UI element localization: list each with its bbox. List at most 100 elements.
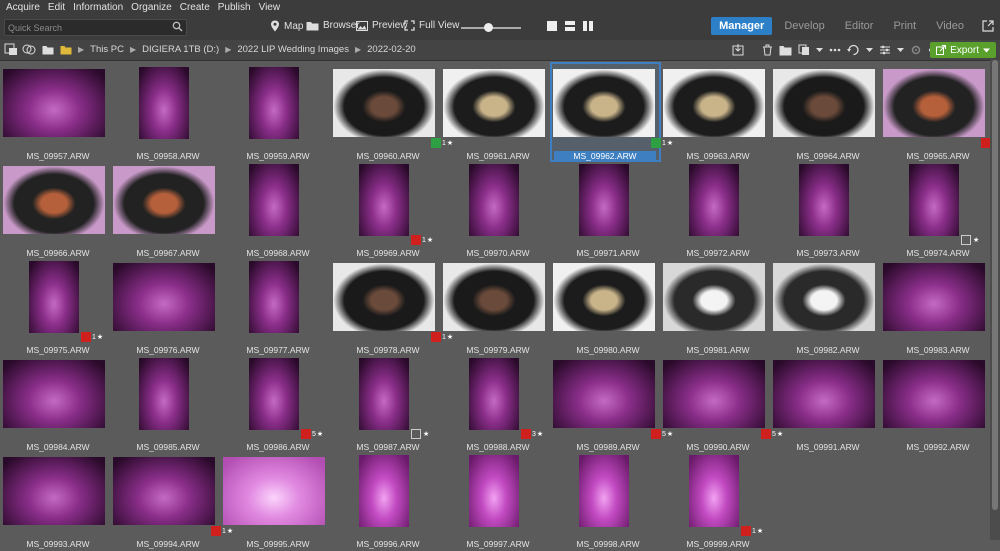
thumbnail-cell[interactable]: MS_09973.ARW — [773, 162, 883, 260]
thumbnail-cell[interactable]: MS_09960.ARW 1 ★ — [333, 65, 453, 163]
menu-organize[interactable]: Organize — [131, 2, 172, 13]
trash-icon[interactable] — [762, 44, 773, 56]
thumbnail-cell[interactable]: MS_09975.ARW 1 ★ — [3, 259, 113, 357]
menu-view[interactable]: View — [259, 2, 281, 13]
color-label-icon[interactable] — [651, 138, 661, 148]
thumbnail-cell[interactable]: MS_09970.ARW — [443, 162, 553, 260]
menu-create[interactable]: Create — [180, 2, 210, 13]
photo-thumbnail[interactable] — [553, 263, 655, 331]
thumbnail-cell[interactable]: MS_09959.ARW — [223, 65, 333, 163]
photo-thumbnail[interactable] — [773, 263, 875, 331]
photo-thumbnail[interactable] — [663, 263, 765, 331]
photo-thumbnail[interactable] — [3, 457, 105, 525]
thumbnail-cell[interactable]: MS_09992.ARW — [883, 356, 993, 454]
thumbnail-cell[interactable]: MS_09965.ARW1★ — [883, 65, 1000, 163]
color-label-icon[interactable] — [651, 429, 661, 439]
color-label-icon[interactable] — [431, 332, 441, 342]
tab-develop[interactable]: Develop — [776, 17, 832, 35]
photo-thumbnail[interactable] — [773, 69, 875, 137]
dropdown-icon[interactable] — [897, 47, 904, 53]
color-label-icon[interactable] — [431, 138, 441, 148]
thumbnail-cell[interactable]: MS_09983.ARW — [883, 259, 993, 357]
dropdown-icon[interactable] — [816, 47, 823, 53]
tab-print[interactable]: Print — [885, 17, 924, 35]
color-label-icon[interactable] — [521, 429, 531, 439]
thumbnail-cell[interactable]: MS_09972.ARW — [663, 162, 773, 260]
thumbnail-cell[interactable]: MS_09991.ARW — [773, 356, 883, 454]
thumbnail-size-slider[interactable] — [461, 23, 521, 32]
thumbnail-cell[interactable]: MS_09969.ARW 1 ★ — [333, 162, 443, 260]
thumbnail-cell[interactable]: MS_09993.ARW — [3, 453, 113, 551]
preview-button[interactable]: Preview — [356, 20, 408, 31]
settings-icon[interactable] — [910, 44, 922, 56]
rating-badge[interactable]: ★ — [411, 429, 429, 439]
select-icon[interactable] — [4, 43, 18, 56]
breadcrumb-drive[interactable]: DIGIERA 1TB (D:) — [142, 44, 219, 55]
color-label-icon[interactable] — [961, 235, 971, 245]
tab-editor[interactable]: Editor — [837, 17, 882, 35]
thumbnail-cell[interactable]: MS_09987.ARW ★ — [333, 356, 443, 454]
rating-badge[interactable]: 1★ — [81, 332, 103, 342]
photo-thumbnail[interactable] — [3, 69, 105, 137]
menu-acquire[interactable]: Acquire — [6, 2, 40, 13]
photo-thumbnail[interactable] — [249, 261, 299, 333]
tab-video[interactable]: Video — [928, 17, 972, 35]
photo-thumbnail[interactable] — [249, 67, 299, 139]
thumbnail-cell[interactable]: MS_09971.ARW — [553, 162, 663, 260]
photo-thumbnail[interactable] — [909, 164, 959, 236]
rating-badge[interactable]: ★ — [961, 235, 979, 245]
photo-thumbnail[interactable] — [799, 164, 849, 236]
thumbnail-cell[interactable]: MS_09967.ARW — [113, 162, 223, 260]
photo-thumbnail[interactable] — [359, 358, 409, 430]
thumbnail-cell[interactable]: MS_09961.ARW — [443, 65, 553, 163]
photo-thumbnail[interactable] — [3, 166, 105, 234]
thumbnail-cell[interactable]: MS_09980.ARW — [553, 259, 663, 357]
thumbnail-cell[interactable]: MS_09976.ARW — [113, 259, 223, 357]
columns-layout-icon[interactable] — [582, 20, 594, 32]
scrollbar-thumb[interactable] — [992, 60, 998, 510]
copy-icon[interactable] — [798, 44, 810, 56]
photo-thumbnail[interactable] — [663, 360, 765, 428]
thumbnail-cell[interactable]: MS_09995.ARW — [223, 453, 333, 551]
photo-thumbnail[interactable] — [579, 455, 629, 527]
import-icon[interactable] — [732, 44, 744, 56]
photo-thumbnail[interactable] — [469, 358, 519, 430]
thumbnail-cell[interactable]: MS_09989.ARW 5 ★ — [553, 356, 673, 454]
photo-thumbnail[interactable] — [113, 457, 215, 525]
search-input[interactable] — [8, 20, 168, 35]
ellipsis-icon[interactable] — [829, 48, 841, 52]
computer-folder-icon[interactable] — [42, 45, 54, 55]
thumbnail-cell[interactable]: MS_09962.ARW 1 ★ — [550, 62, 673, 163]
rating-badge[interactable]: 1★ — [741, 526, 763, 536]
thumbnail-cell[interactable]: MS_09958.ARW — [113, 65, 223, 163]
single-layout-icon[interactable] — [546, 20, 558, 32]
breadcrumb-subfolder[interactable]: 2022-02-20 — [367, 44, 416, 55]
thumbnail-cell[interactable]: MS_09994.ARW 1 ★ — [113, 453, 233, 551]
photo-thumbnail[interactable] — [883, 69, 985, 137]
color-label-icon[interactable] — [81, 332, 91, 342]
photo-thumbnail[interactable] — [223, 457, 325, 525]
photo-thumbnail[interactable] — [579, 164, 629, 236]
browser-button[interactable]: Browser — [306, 20, 360, 31]
full-view-button[interactable]: Full View — [404, 20, 459, 31]
photo-thumbnail[interactable] — [443, 263, 545, 331]
thumbnail-cell[interactable]: MS_09966.ARW — [3, 162, 113, 260]
photo-thumbnail[interactable] — [333, 69, 435, 137]
popout-icon[interactable] — [982, 20, 994, 32]
photo-thumbnail[interactable] — [553, 69, 655, 137]
rating-badge[interactable]: 1★ — [411, 235, 433, 245]
thumbnail-cell[interactable]: MS_09998.ARW — [553, 453, 663, 551]
menu-information[interactable]: Information — [73, 2, 123, 13]
photo-thumbnail[interactable] — [139, 358, 189, 430]
photo-thumbnail[interactable] — [113, 166, 215, 234]
rating-badge[interactable]: 3 ★ — [521, 429, 543, 439]
thumbnail-cell[interactable]: MS_09997.ARW — [443, 453, 553, 551]
thumbnail-cell[interactable]: MS_09963.ARW — [663, 65, 773, 163]
compare-icon[interactable] — [22, 43, 36, 56]
color-label-icon[interactable] — [411, 235, 421, 245]
dropdown-icon[interactable] — [866, 47, 873, 53]
photo-thumbnail[interactable] — [443, 69, 545, 137]
new-folder-icon[interactable] — [779, 45, 792, 56]
color-label-icon[interactable] — [411, 429, 421, 439]
color-label-icon[interactable] — [761, 429, 771, 439]
